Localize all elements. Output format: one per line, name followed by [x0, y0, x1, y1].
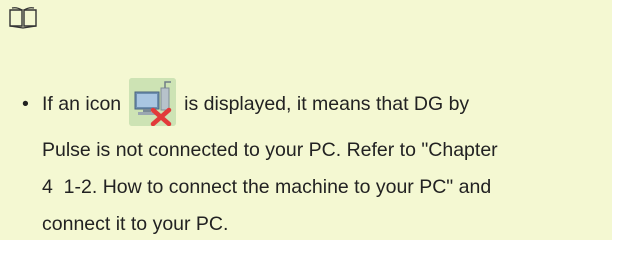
text-before-icon: If an icon [42, 93, 122, 115]
pc-disconnected-icon [129, 78, 177, 126]
note-line-2: Pulse is not connected to your PC. Refer… [42, 139, 498, 161]
note-box: • If an icon is displayed, it means that… [0, 0, 612, 240]
note-continuation: Pulse is not connected to your PC. Refer… [42, 132, 602, 243]
bullet-dot: • [22, 93, 29, 115]
open-book-icon [8, 6, 38, 30]
note-line-4: connect it to your PC. [42, 213, 229, 235]
note-first-line: If an icon is displayed, it means that D… [42, 78, 470, 126]
note-line-3: 4 1-2. How to connect the machine to you… [42, 176, 492, 198]
text-after-icon: is displayed, it means that DG by [184, 93, 470, 115]
